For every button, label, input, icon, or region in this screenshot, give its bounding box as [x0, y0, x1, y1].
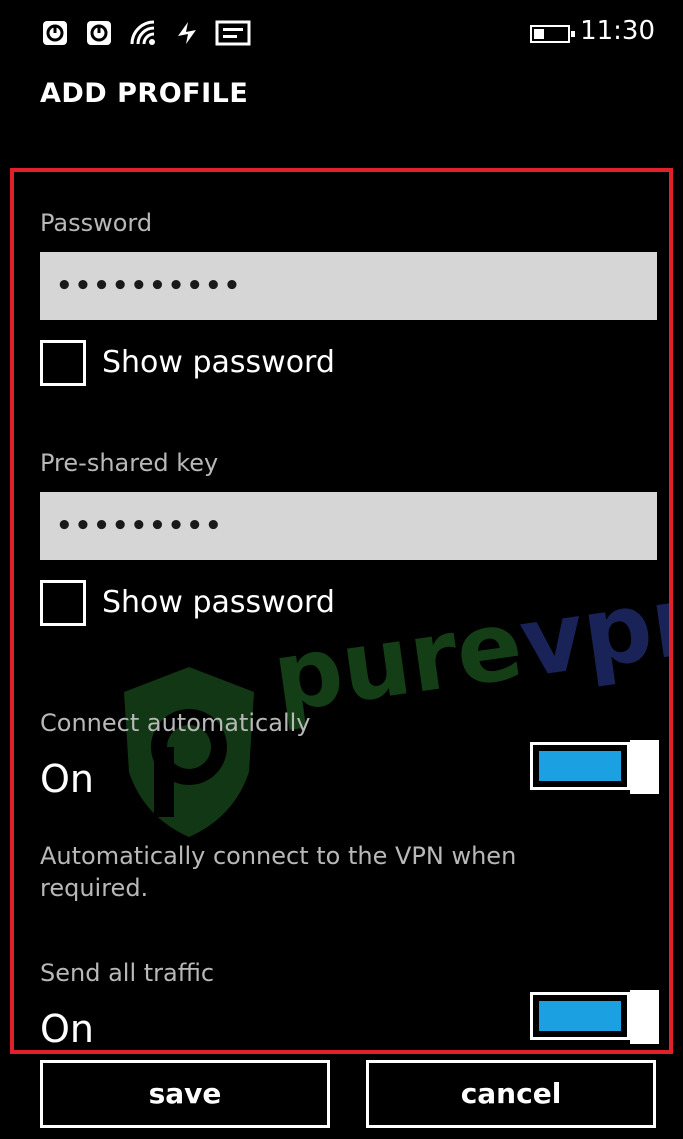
show-password-label: Show password — [102, 345, 335, 380]
psk-field[interactable]: ••••••••• — [40, 492, 657, 560]
psk-label: Pre-shared key — [40, 449, 219, 477]
send-all-label: Send all traffic — [40, 959, 215, 987]
page-title: ADD PROFILE — [40, 78, 249, 109]
highlight-frame: purevpn Password •••••••••• Show passwor… — [10, 168, 673, 1054]
data-icon — [178, 22, 196, 44]
connect-auto-state: On — [40, 757, 94, 801]
show-password-row[interactable]: Show password — [40, 340, 440, 386]
toggle-fill — [539, 1001, 621, 1031]
connect-auto-toggle[interactable] — [530, 740, 659, 794]
form-content: purevpn Password •••••••••• Show passwor… — [14, 172, 669, 1050]
show-psk-row[interactable]: Show password — [40, 580, 440, 626]
cancel-button[interactable]: cancel — [366, 1060, 656, 1128]
app-bar: save cancel — [0, 1054, 683, 1139]
send-all-toggle[interactable] — [530, 990, 659, 1044]
toggle-thumb[interactable] — [630, 740, 659, 794]
watermark-vpn: vpn — [513, 560, 673, 700]
password-label: Password — [40, 209, 153, 237]
show-password-checkbox[interactable] — [40, 340, 86, 386]
connect-auto-description: Automatically connect to the VPN when re… — [40, 842, 517, 902]
toggle-fill — [539, 751, 621, 781]
show-psk-label: Show password — [102, 585, 335, 620]
phone-screen: 11:30 ADD PROFILE purevpn Password •••••… — [0, 0, 683, 1139]
message-icon — [215, 20, 251, 46]
show-psk-checkbox[interactable] — [40, 580, 86, 626]
sim-1-icon — [43, 21, 67, 45]
shield-icon — [124, 667, 254, 837]
save-button[interactable]: save — [40, 1060, 330, 1128]
status-time: 11:30 — [580, 16, 655, 46]
toggle-thumb[interactable] — [630, 990, 659, 1044]
send-all-state: On — [40, 1007, 94, 1051]
password-field[interactable]: •••••••••• — [40, 252, 657, 320]
status-bar: 11:30 — [0, 0, 683, 62]
sim-2-icon — [87, 21, 111, 45]
toggle-track — [530, 742, 630, 790]
toggle-track — [530, 992, 630, 1040]
signal-icon — [130, 20, 155, 45]
connect-auto-label: Connect automatically — [40, 709, 311, 737]
battery-icon — [530, 25, 575, 43]
